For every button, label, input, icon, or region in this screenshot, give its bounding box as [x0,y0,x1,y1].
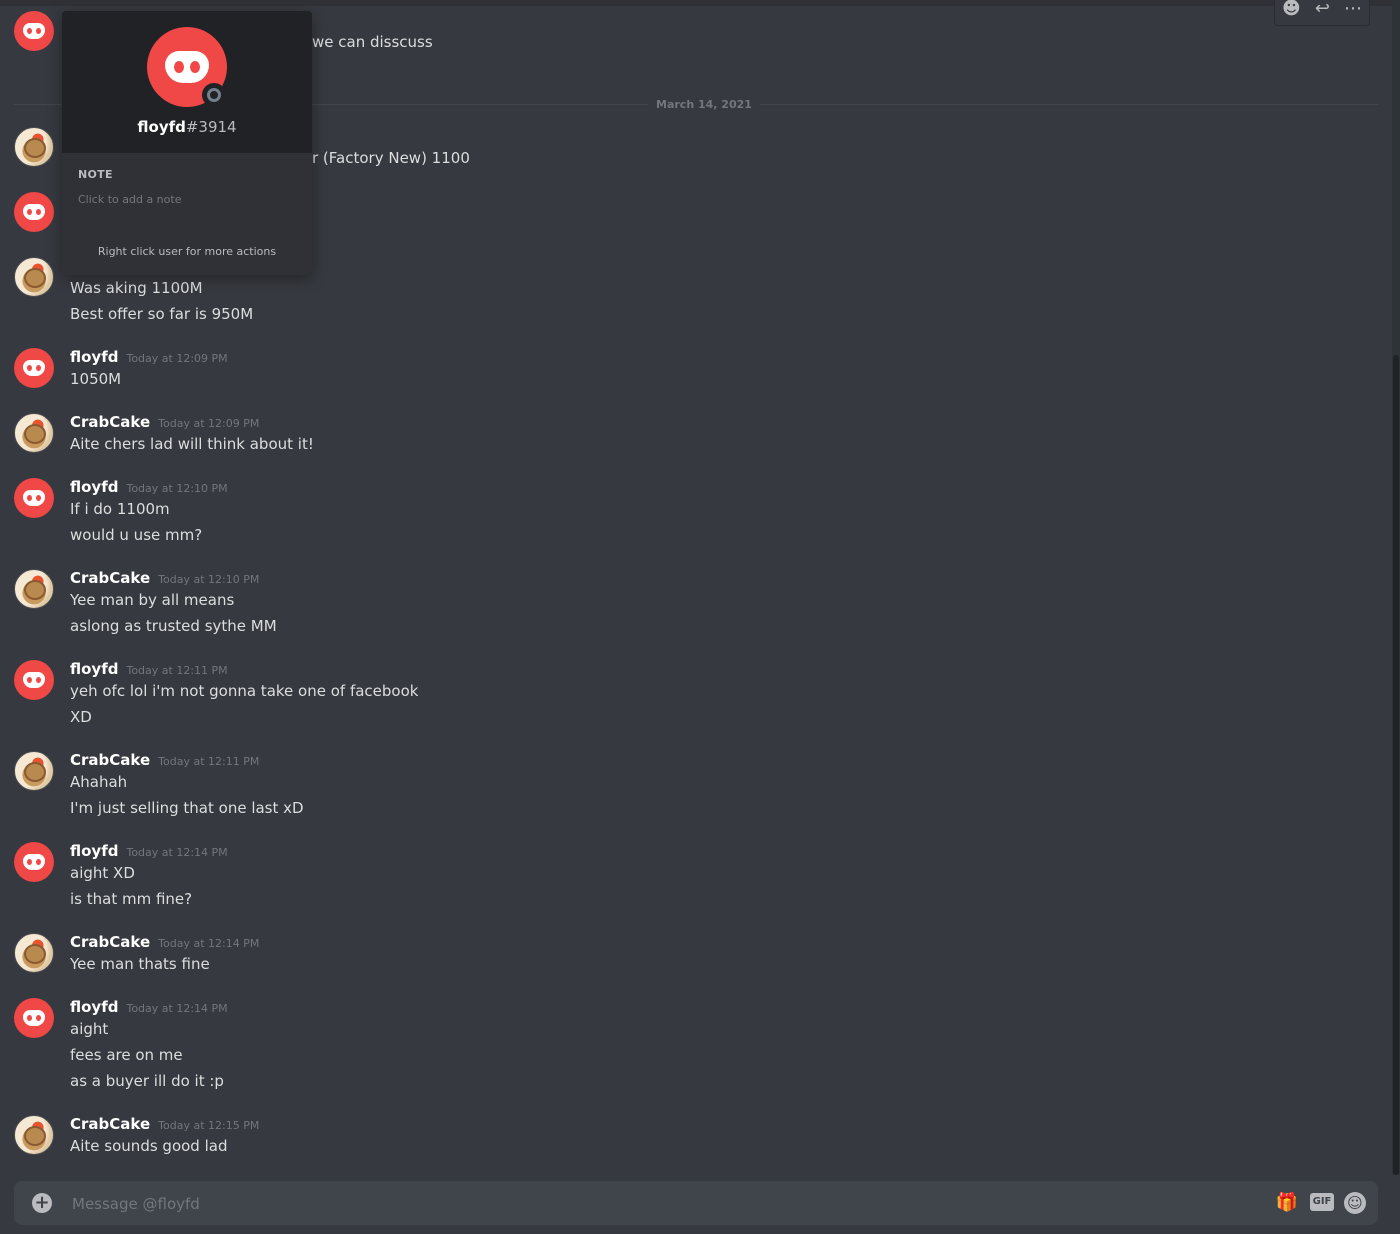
gif-button[interactable]: GIF [1310,1193,1334,1211]
message-author[interactable]: CrabCake Today at 12:14 PM [70,933,259,951]
floyfd-avatar[interactable] [14,842,54,882]
floyfd-avatar[interactable] [14,998,54,1038]
user-profile-popout: floyfd#3914 NOTE Click to add a note Rig… [62,11,312,275]
floyfd-avatar[interactable] [14,11,54,51]
author-name[interactable]: CrabCake [70,1115,150,1133]
message-text: Aite sounds good lad [70,1137,228,1155]
message-text: as a buyer ill do it :p [70,1072,224,1090]
author-name[interactable]: CrabCake [70,569,150,587]
message-timestamp: Today at 12:15 PM [158,1119,260,1132]
message-timestamp: Today at 12:09 PM [158,417,260,430]
popout-username: floyfd#3914 [62,118,312,136]
message-text: If i do 1100m [70,500,170,518]
message-text: Best offer so far is 950M [70,305,254,323]
message-text: 1050M [70,370,122,388]
message-text: we can disscuss [312,33,433,51]
crabcake-avatar[interactable] [14,569,54,609]
message-text: I'm just selling that one last xD [70,799,304,817]
floyfd-avatar[interactable] [14,478,54,518]
offline-status-icon [202,83,226,107]
message-input[interactable] [70,1191,1224,1217]
crabcake-avatar[interactable] [14,127,54,167]
crabcake-avatar[interactable] [14,933,54,973]
message-author[interactable]: floyfd Today at 12:14 PM [70,998,228,1016]
message-text: aight XD [70,864,135,882]
message-text: aslong as trusted sythe MM [70,617,277,635]
popout-header: floyfd#3914 [62,11,312,153]
chat-area: ☻ ↩ ⋯ we can disscuss March 14, 2021 r (… [0,0,1392,1175]
author-name[interactable]: CrabCake [70,413,150,431]
author-name[interactable]: CrabCake [70,751,150,769]
message-timestamp: Today at 12:10 PM [126,482,228,495]
message-timestamp: Today at 12:09 PM [126,352,228,365]
message-composer: + 🎁 GIF ☺ [14,1181,1378,1225]
message-author[interactable]: floyfd Today at 12:10 PM [70,478,228,496]
message-author[interactable]: floyfd Today at 12:09 PM [70,348,228,366]
emoji-picker-icon[interactable]: ☺ [1344,1192,1366,1214]
add-reaction-icon[interactable]: ☻ [1282,0,1301,18]
chat-scrollbar-track[interactable] [1392,0,1400,1175]
crabcake-avatar[interactable] [14,257,54,297]
message-text: aight [70,1020,109,1038]
author-name[interactable]: CrabCake [70,933,150,951]
date-divider-label: March 14, 2021 [648,98,760,111]
message-author[interactable]: CrabCake Today at 12:11 PM [70,751,259,769]
discriminator-text: #3914 [185,118,237,136]
note-heading: NOTE [78,168,113,181]
message-text: yeh ofc lol i'm not gonna take one of fa… [70,682,419,700]
message-timestamp: Today at 12:14 PM [126,846,228,859]
gift-icon[interactable]: 🎁 [1276,1192,1298,1213]
message-text: XD [70,708,92,726]
floyfd-avatar[interactable] [14,348,54,388]
message-author[interactable]: CrabCake Today at 12:15 PM [70,1115,259,1133]
attach-plus-icon[interactable]: + [32,1193,52,1213]
floyfd-avatar[interactable] [14,660,54,700]
chat-scrollbar-thumb[interactable] [1393,355,1399,1175]
message-timestamp: Today at 12:10 PM [158,573,260,586]
message-text: Yee man by all means [70,591,235,609]
username-text: floyfd [137,118,186,136]
message-text: r (Factory New) 1100 [312,149,470,167]
message-author[interactable]: floyfd Today at 12:11 PM [70,660,228,678]
message-author[interactable]: CrabCake Today at 12:10 PM [70,569,259,587]
message-hover-toolbar: ☻ ↩ ⋯ [1274,0,1370,26]
message-timestamp: Today at 12:11 PM [126,664,228,677]
author-name[interactable]: floyfd [70,478,118,496]
message-timestamp: Today at 12:14 PM [126,1002,228,1015]
author-name[interactable]: floyfd [70,660,118,678]
more-options-icon[interactable]: ⋯ [1344,0,1362,18]
message-timestamp: Today at 12:14 PM [158,937,260,950]
popout-footer-hint: Right click user for more actions [97,245,277,258]
chat-top-border [0,0,1392,6]
author-name[interactable]: floyfd [70,842,118,860]
crabcake-avatar[interactable] [14,1115,54,1155]
author-name[interactable]: floyfd [70,348,118,366]
message-author[interactable]: CrabCake Today at 12:09 PM [70,413,259,431]
message-text: Yee man thats fine [70,955,210,973]
message-text: would u use mm? [70,526,203,544]
message-text: Was aking 1100M [70,279,203,297]
message-text: fees are on me [70,1046,183,1064]
reply-icon[interactable]: ↩ [1315,0,1330,18]
floyfd-avatar[interactable] [14,192,54,232]
message-text: Ahahah [70,773,128,791]
note-input[interactable]: Click to add a note [78,193,181,206]
author-name[interactable]: floyfd [70,998,118,1016]
message-text: Aite chers lad will think about it! [70,435,314,453]
crabcake-avatar[interactable] [14,751,54,791]
message-text: is that mm fine? [70,890,193,908]
message-author[interactable]: floyfd Today at 12:14 PM [70,842,228,860]
crabcake-avatar[interactable] [14,413,54,453]
message-timestamp: Today at 12:11 PM [158,755,260,768]
